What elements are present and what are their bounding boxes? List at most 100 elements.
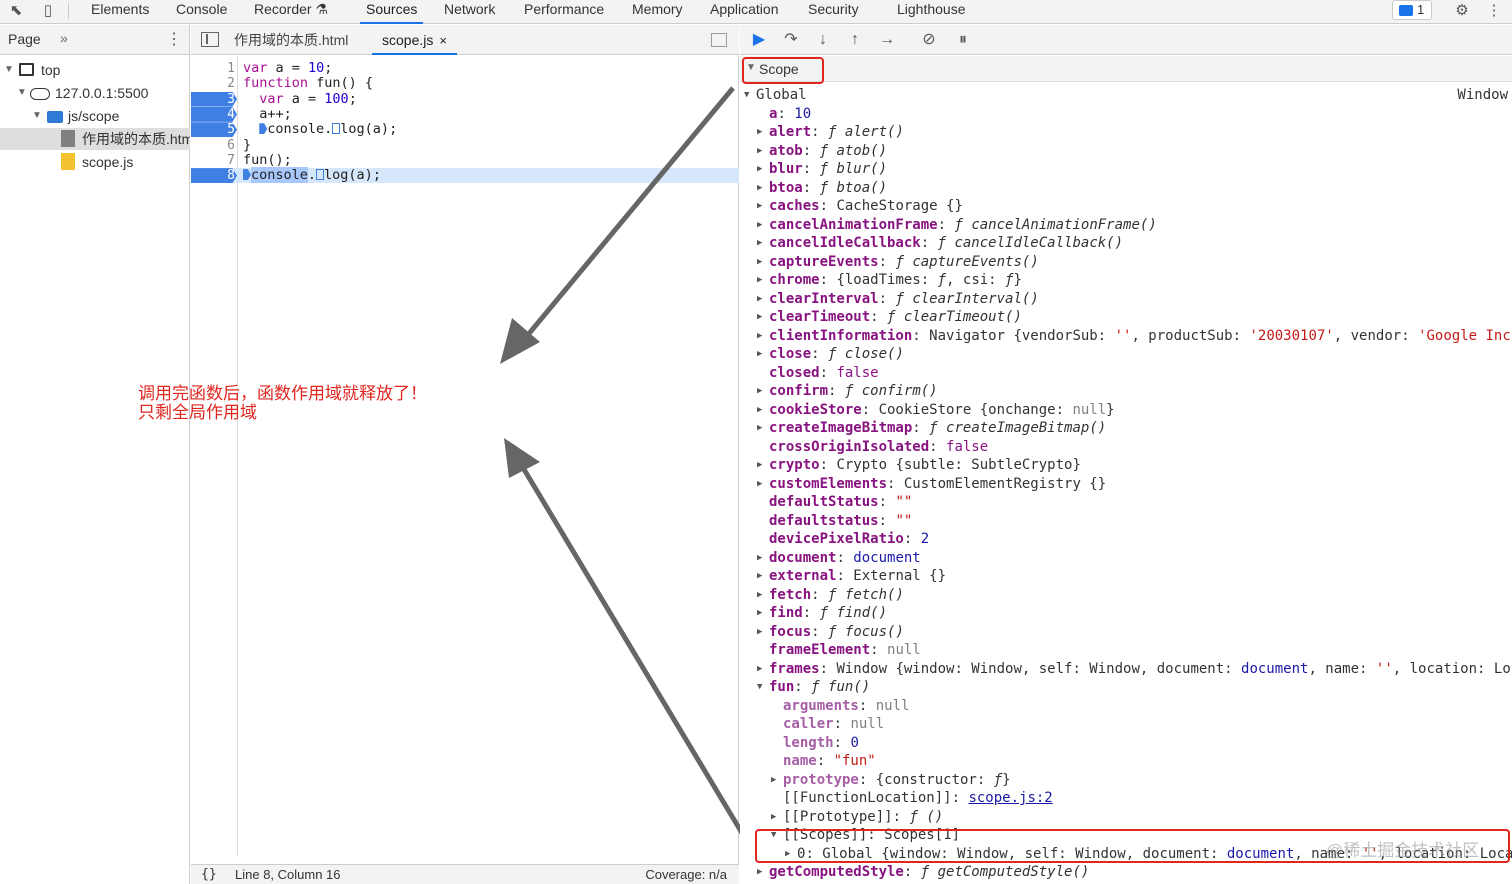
expand-arrow-icon[interactable]: ▶	[771, 771, 776, 790]
scope-property-row[interactable]: ▶ find: ƒ find()	[740, 604, 1512, 623]
line-number[interactable]: 3	[191, 92, 235, 107]
scope-section-header[interactable]: ▼ Scope	[740, 56, 1512, 82]
line-number[interactable]: 7	[191, 153, 235, 168]
expand-arrow-icon[interactable]: ▶	[757, 234, 762, 253]
collapse-arrow-icon[interactable]: ▼	[744, 86, 749, 105]
tree-item-origin[interactable]: ▼ 127.0.0.1:5500	[0, 82, 190, 104]
expand-arrow-icon[interactable]: ▶	[757, 567, 762, 586]
tree-item-top[interactable]: ▼ top	[0, 59, 190, 81]
toggle-debugger-icon[interactable]	[711, 33, 727, 47]
scope-property-row[interactable]: frameElement: null	[740, 641, 1512, 660]
scope-property-row[interactable]: ▶ getComputedStyle: ƒ getComputedStyle()	[740, 863, 1512, 882]
scope-property-row[interactable]: ▶ document: document	[740, 549, 1512, 568]
deactivate-breakpoints-icon[interactable]: ⊘	[918, 30, 940, 50]
tab-recorder[interactable]: Recorder ⚗	[254, 0, 328, 24]
scope-property-row[interactable]: ▶ close: ƒ close()	[740, 345, 1512, 364]
expand-arrow-icon[interactable]: ▶	[757, 179, 762, 198]
tree-item-folder[interactable]: ▼ js/scope	[0, 105, 190, 127]
line-number[interactable]: 4	[191, 107, 235, 122]
expand-arrow-icon[interactable]: ▶	[757, 456, 762, 475]
scope-property-row[interactable]: caller: null	[740, 715, 1512, 734]
scope-property-row[interactable]: ▶ fetch: ƒ fetch()	[740, 586, 1512, 605]
expand-arrow-icon[interactable]: ▶	[757, 142, 762, 161]
code-line[interactable]: 5 console. log(a);	[191, 122, 739, 138]
scope-property-row[interactable]: ▶ chrome: {loadTimes: ƒ, csi: ƒ}	[740, 271, 1512, 290]
device-toolbar-icon[interactable]: ▯	[38, 2, 58, 20]
scope-property-row[interactable]: length: 0	[740, 734, 1512, 753]
line-number[interactable]: 8	[191, 168, 235, 183]
scope-property-row[interactable]: ▶ btoa: ƒ btoa()	[740, 179, 1512, 198]
tree-item-js-file[interactable]: scope.js	[0, 151, 190, 173]
scope-property-row[interactable]: ▶ external: External {}	[740, 567, 1512, 586]
navigator-tab-page[interactable]: Page	[8, 31, 41, 47]
tab-lighthouse[interactable]: Lighthouse	[897, 0, 966, 24]
scope-property-row[interactable]: ▶ [[Prototype]]: ƒ ()	[740, 808, 1512, 827]
scope-property-row[interactable]: ▶ clearTimeout: ƒ clearTimeout()	[740, 308, 1512, 327]
more-tabs-icon[interactable]: »	[60, 30, 68, 46]
expand-arrow-icon[interactable]: ▶	[757, 586, 762, 605]
scope-property-row[interactable]: name: "fun"	[740, 752, 1512, 771]
step-out-icon[interactable]: ↑	[844, 30, 866, 50]
scope-property-row[interactable]: defaultstatus: ""	[740, 512, 1512, 531]
expand-arrow-icon[interactable]: ▶	[757, 549, 762, 568]
scope-property-row[interactable]: ▶ blur: ƒ blur()	[740, 160, 1512, 179]
expand-arrow-icon[interactable]: ▶	[757, 308, 762, 327]
code-line[interactable]: 8 console. log(a);	[191, 167, 739, 184]
scope-property-row[interactable]: ▶ createImageBitmap: ƒ createImageBitmap(…	[740, 419, 1512, 438]
scope-property-row[interactable]: ▶ prototype: {constructor: ƒ}	[740, 771, 1512, 790]
tree-item-html-file[interactable]: 作用域的本质.htm	[0, 128, 190, 150]
scope-property-row[interactable]: ▶ atob: ƒ atob()	[740, 142, 1512, 161]
tab-console[interactable]: Console	[176, 0, 227, 24]
code-line[interactable]: 6}	[191, 137, 739, 153]
expand-arrow-icon[interactable]: ▶	[757, 216, 762, 235]
scope-property-row[interactable]: ▶ caches: CacheStorage {}	[740, 197, 1512, 216]
collapse-arrow-icon[interactable]: ▼	[757, 678, 762, 697]
scope-property-row[interactable]: ▶ confirm: ƒ confirm()	[740, 382, 1512, 401]
expand-arrow-icon[interactable]: ▶	[757, 419, 762, 438]
tab-network[interactable]: Network	[444, 0, 495, 24]
resume-icon[interactable]: ▶	[748, 30, 770, 50]
toggle-navigator-icon[interactable]	[201, 32, 219, 47]
issues-badge[interactable]: 1	[1392, 0, 1432, 20]
expand-arrow-icon[interactable]: ▶	[757, 401, 762, 420]
editor-tab-scope-js[interactable]: scope.js ×	[372, 25, 457, 55]
scope-property-row[interactable]: arguments: null	[740, 697, 1512, 716]
scope-property-row[interactable]: [[FunctionLocation]]: scope.js:2	[740, 789, 1512, 808]
gear-icon[interactable]: ⚙	[1452, 2, 1472, 20]
expand-arrow-icon[interactable]: ▶	[757, 271, 762, 290]
scope-property-row[interactable]: ▶ alert: ƒ alert()	[740, 123, 1512, 142]
code-line[interactable]: 1 var a = 10;	[191, 61, 739, 77]
pretty-print-button[interactable]: {}	[201, 865, 217, 884]
expand-arrow-icon[interactable]: ▶	[757, 863, 762, 882]
scope-property-row[interactable]: a: 10	[740, 105, 1512, 124]
expand-arrow-icon[interactable]: ▶	[757, 123, 762, 142]
scope-property-row[interactable]: ▶ captureEvents: ƒ captureEvents()	[740, 253, 1512, 272]
tab-elements[interactable]: Elements	[91, 0, 149, 24]
scope-global-row[interactable]: ▼ Global Window	[740, 86, 1512, 105]
scope-property-row[interactable]: ▶ focus: ƒ focus()	[740, 623, 1512, 642]
expand-arrow-icon[interactable]: ▶	[757, 475, 762, 494]
expand-arrow-icon[interactable]: ▶	[757, 160, 762, 179]
expand-arrow-icon[interactable]: ▶	[771, 808, 776, 827]
close-icon[interactable]: ×	[439, 33, 447, 48]
scope-property-row[interactable]: ▶ cookieStore: CookieStore {onchange: nul…	[740, 401, 1512, 420]
expand-arrow-icon[interactable]: ▶	[757, 604, 762, 623]
expand-arrow-icon[interactable]: ▶	[757, 197, 762, 216]
scope-property-row[interactable]: crossOriginIsolated: false	[740, 438, 1512, 457]
scope-property-row[interactable]: ▶ clientInformation: Navigator {vendorSub…	[740, 327, 1512, 346]
code-line[interactable]: 2 function fun() {	[191, 76, 739, 92]
expand-arrow-icon[interactable]: ▶	[757, 623, 762, 642]
expand-arrow-icon[interactable]: ▶	[757, 290, 762, 309]
inspect-element-icon[interactable]: ⬉	[6, 2, 26, 20]
scope-property-row[interactable]: ▶ clearInterval: ƒ clearInterval()	[740, 290, 1512, 309]
navigator-menu-icon[interactable]: ⋮	[166, 29, 182, 49]
code-line[interactable]: 3 var a = 100;	[191, 91, 739, 107]
step-over-icon[interactable]: ↷	[780, 30, 802, 50]
scope-property-row[interactable]: devicePixelRatio: 2	[740, 530, 1512, 549]
line-number[interactable]: 6	[191, 138, 235, 153]
expand-arrow-icon[interactable]: ▶	[757, 327, 762, 346]
scope-property-row[interactable]: closed: false	[740, 364, 1512, 383]
code-line[interactable]: 7 fun();	[191, 152, 739, 168]
scope-property-row[interactable]: defaultStatus: ""	[740, 493, 1512, 512]
tab-performance[interactable]: Performance	[524, 0, 604, 24]
